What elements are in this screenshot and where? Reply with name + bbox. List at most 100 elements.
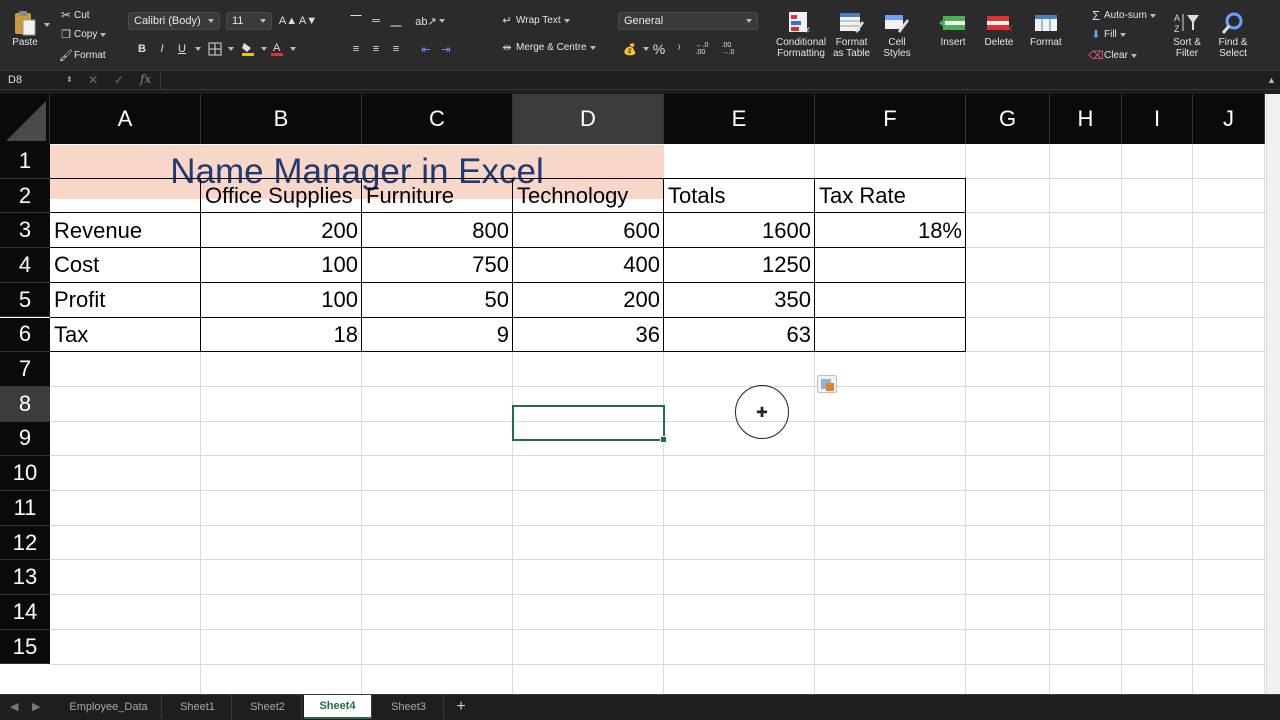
value-cell-c5[interactable]: 50 xyxy=(362,283,513,318)
conditional-formatting-button[interactable]: ≠ Conditional Formatting xyxy=(776,10,826,59)
decrease-decimal-button[interactable]: .00 →.0 xyxy=(715,40,741,58)
header-cell-f2[interactable]: Tax Rate xyxy=(815,179,966,214)
active-cell-d8[interactable] xyxy=(512,405,667,443)
row-header-1[interactable]: 1 xyxy=(0,144,50,179)
value-cell-d6[interactable]: 36 xyxy=(513,318,664,353)
underline-button[interactable]: U xyxy=(172,40,192,58)
row-header-2[interactable]: 2 xyxy=(0,178,50,214)
row-header-5[interactable]: 5 xyxy=(0,282,50,318)
add-sheet-button[interactable]: + xyxy=(450,697,472,717)
wrap-text-button[interactable]: ↵ Wrap Text xyxy=(498,14,570,27)
format-cells-button[interactable]: Format xyxy=(1030,10,1062,48)
bold-button[interactable]: B xyxy=(132,40,152,58)
header-cell-c2[interactable]: Furniture xyxy=(362,179,513,214)
name-box[interactable]: D8 xyxy=(4,73,66,88)
format-painter-button[interactable]: 🖌 Format xyxy=(58,49,106,62)
insert-cells-button[interactable]: Insert xyxy=(938,10,968,48)
borders-dropdown-icon[interactable] xyxy=(228,46,234,52)
orientation-icon[interactable]: ab↗ xyxy=(415,12,436,30)
decrease-font-icon[interactable]: A▼ xyxy=(298,12,318,30)
borders-icon[interactable] xyxy=(205,40,225,58)
fill-button[interactable]: ⬇ Fill xyxy=(1088,28,1126,41)
row-header-10[interactable]: 10 xyxy=(0,456,50,491)
paste-button[interactable]: Paste xyxy=(10,10,40,48)
percent-button[interactable]: % xyxy=(649,40,669,58)
tax-rate-cell-f3[interactable]: 18% xyxy=(815,213,966,248)
column-header-i[interactable]: I xyxy=(1122,94,1193,144)
value-cell-e5[interactable]: 350 xyxy=(664,283,815,318)
column-header-h[interactable]: H xyxy=(1050,94,1122,144)
align-middle-icon[interactable]: ═ xyxy=(366,12,386,30)
font-name-select[interactable]: Calibri (Body) xyxy=(128,12,220,30)
decrease-indent-icon[interactable]: ⇤ xyxy=(416,40,436,58)
header-cell-b2[interactable]: Office Supplies xyxy=(201,179,362,214)
next-sheet-icon[interactable]: ▶ xyxy=(32,700,40,713)
name-box-dropdown-icon[interactable]: ⬍ xyxy=(66,75,73,84)
increase-decimal-button[interactable]: ←.0 .00 xyxy=(689,40,715,58)
increase-font-icon[interactable]: A▲ xyxy=(278,12,298,30)
column-header-c[interactable]: C xyxy=(362,94,513,144)
number-format-select[interactable]: General xyxy=(618,12,758,30)
row-header-3[interactable]: 3 xyxy=(0,213,50,249)
fill-color-icon[interactable] xyxy=(238,40,258,58)
column-header-b[interactable]: B xyxy=(201,94,362,144)
font-color-icon[interactable]: A xyxy=(267,40,287,58)
row-header-15[interactable]: 15 xyxy=(0,629,50,665)
column-header-f[interactable]: F xyxy=(815,94,966,144)
insert-function-button[interactable]: fx xyxy=(140,72,151,86)
find-select-button[interactable]: Find & Select xyxy=(1218,10,1248,59)
font-color-dropdown-icon[interactable] xyxy=(290,46,296,52)
row-header-7[interactable]: 7 xyxy=(0,352,50,387)
paste-options-icon[interactable] xyxy=(817,375,837,393)
label-cell-a3[interactable]: Revenue xyxy=(50,213,201,248)
align-right-icon[interactable]: ≡ xyxy=(386,40,406,58)
row-header-4[interactable]: 4 xyxy=(0,248,50,283)
vertical-scrollbar[interactable] xyxy=(1266,94,1280,694)
sheet-tab-sheet4[interactable]: Sheet4 xyxy=(304,695,372,719)
format-as-table-button[interactable]: Format as Table xyxy=(833,10,870,59)
cut-button[interactable]: ✂ Cut xyxy=(58,8,90,22)
value-cell-e6[interactable]: 63 xyxy=(664,318,815,353)
value-cell-b6[interactable]: 18 xyxy=(201,318,362,353)
row-header-8[interactable]: 8 xyxy=(0,386,50,422)
column-header-d[interactable]: D xyxy=(513,94,664,144)
clear-button[interactable]: ⌫ Clear xyxy=(1088,49,1137,62)
worksheet-grid[interactable]: ABCDEFGHIJ 1 2 3 4 5 6 7 8 9 10 11 12 13 14 15 Name Ma… xyxy=(0,94,1280,694)
copy-button[interactable]: ❐ Copy xyxy=(58,28,106,41)
sheet-tab-employee-data[interactable]: Employee_Data xyxy=(56,695,162,719)
header-cell-d2[interactable]: Technology xyxy=(513,179,664,214)
delete-cells-button[interactable]: ✕ Delete xyxy=(984,10,1014,48)
value-cell-b5[interactable]: 100 xyxy=(201,283,362,318)
sheet-tab-sheet3[interactable]: Sheet3 xyxy=(374,695,444,719)
orientation-dropdown-icon[interactable] xyxy=(439,18,445,24)
column-header-a[interactable]: A xyxy=(50,94,201,144)
sort-filter-button[interactable]: AZ Sort & Filter xyxy=(1172,10,1202,59)
merge-centre-button[interactable]: ⇹ Merge & Centre xyxy=(498,41,596,54)
row-header-6[interactable]: 6 xyxy=(0,317,50,353)
autosum-button[interactable]: Σ Auto-sum xyxy=(1088,8,1156,23)
select-all-corner[interactable] xyxy=(0,94,50,144)
underline-dropdown-icon[interactable] xyxy=(195,46,201,52)
value-cell-c3[interactable]: 800 xyxy=(362,213,513,248)
row-header-13[interactable]: 13 xyxy=(0,560,50,596)
align-bottom-icon[interactable]: ⎽ xyxy=(386,12,406,30)
column-header-e[interactable]: E xyxy=(664,94,815,144)
row-header-11[interactable]: 11 xyxy=(0,491,50,526)
font-size-select[interactable]: 11 xyxy=(226,12,272,30)
value-cell-d3[interactable]: 600 xyxy=(513,213,664,248)
prev-sheet-icon[interactable]: ◀ xyxy=(10,700,18,713)
value-cell-c6[interactable]: 9 xyxy=(362,318,513,353)
column-header-g[interactable]: G xyxy=(966,94,1050,144)
increase-indent-icon[interactable]: ⇥ xyxy=(436,40,456,58)
cell-styles-button[interactable]: Cell Styles xyxy=(882,10,912,59)
italic-button[interactable]: I xyxy=(152,40,172,58)
accounting-format-icon[interactable]: 💰 xyxy=(620,40,640,58)
header-cell-e2[interactable]: Totals xyxy=(664,179,815,214)
value-cell-b3[interactable]: 200 xyxy=(201,213,362,248)
sheet-tab-sheet1[interactable]: Sheet1 xyxy=(164,695,232,719)
label-cell-a5[interactable]: Profit xyxy=(50,283,201,318)
align-left-icon[interactable]: ≡ xyxy=(346,40,366,58)
value-cell-e3[interactable]: 1600 xyxy=(664,213,815,248)
formula-input[interactable] xyxy=(160,72,1265,89)
value-cell-c4[interactable]: 750 xyxy=(362,248,513,283)
